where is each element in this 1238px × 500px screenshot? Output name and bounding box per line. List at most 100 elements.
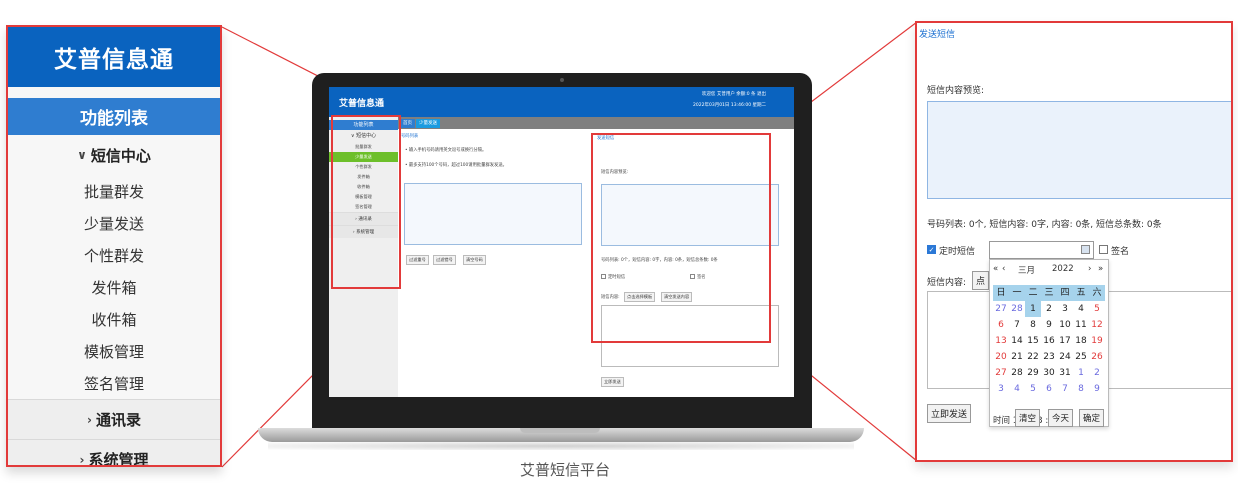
nav-item-small-send[interactable]: 少量发送 — [8, 207, 220, 239]
calendar-day[interactable]: 5 — [1025, 381, 1041, 397]
calendar-confirm-button[interactable]: 确定 — [1079, 409, 1105, 427]
calendar-day[interactable]: 17 — [1057, 333, 1073, 349]
highlight-send-form — [591, 133, 771, 343]
laptop-shadow — [268, 442, 854, 450]
schedule-date-input[interactable] — [989, 241, 1094, 259]
calendar-day[interactable]: 4 — [1009, 381, 1025, 397]
weekday-header: 日 — [993, 285, 1009, 301]
calendar-day[interactable]: 4 — [1073, 301, 1089, 317]
weekday-header: 五 — [1073, 285, 1089, 301]
nav-item-templates[interactable]: 模板管理 — [8, 335, 220, 367]
screen-tab-home[interactable]: 首页 — [400, 119, 415, 128]
weekday-header: 六 — [1089, 285, 1105, 301]
screen-phone-input[interactable] — [404, 183, 582, 245]
scheduled-checkbox[interactable]: ✓ — [927, 245, 936, 254]
calendar-day[interactable]: 12 — [1089, 317, 1105, 333]
nav-system-label: 系统管理 — [88, 451, 149, 467]
calendar-day[interactable]: 9 — [1041, 317, 1057, 333]
calendar-day[interactable]: 29 — [1025, 365, 1041, 381]
calendar-year[interactable]: 2022 — [1052, 264, 1074, 274]
calendar-day[interactable]: 24 — [1057, 349, 1073, 365]
preview-box — [927, 101, 1231, 199]
calendar-day[interactable]: 1 — [1073, 365, 1089, 381]
screen-phone-list-title: 号码列表 — [401, 134, 419, 139]
calendar-day[interactable]: 10 — [1057, 317, 1073, 333]
nav-item-batch-send[interactable]: 批量群发 — [8, 175, 220, 207]
nav-item-signatures[interactable]: 签名管理 — [8, 367, 220, 399]
screen-clear-button[interactable]: 清空号码 — [463, 255, 486, 265]
nav-system[interactable]: › 系统管理 — [8, 439, 220, 467]
calendar-day[interactable]: 2 — [1041, 301, 1057, 317]
prev-month-button[interactable]: ‹ — [1002, 264, 1005, 274]
preview-label: 短信内容预览: — [927, 86, 985, 96]
nav-sms-center[interactable]: ∨ 短信中心 — [8, 135, 220, 175]
nav-item-personal-send[interactable]: 个性群发 — [8, 239, 220, 271]
screen-tab-active[interactable]: 少量发送 — [416, 119, 440, 128]
calendar-day[interactable]: 8 — [1073, 381, 1089, 397]
calendar-day[interactable]: 31 — [1057, 365, 1073, 381]
calendar-day[interactable]: 27 — [993, 365, 1009, 381]
calendar-day[interactable]: 3 — [993, 381, 1009, 397]
calendar-day[interactable]: 26 — [1089, 349, 1105, 365]
calendar-day[interactable]: 18 — [1073, 333, 1089, 349]
calendar-day[interactable]: 25 — [1073, 349, 1089, 365]
calendar-icon[interactable] — [1081, 245, 1090, 254]
calendar-clear-button[interactable]: 清空 — [1015, 409, 1041, 427]
calendar-day[interactable]: 3 — [1057, 301, 1073, 317]
calendar-day[interactable]: 7 — [1057, 381, 1073, 397]
calendar-day[interactable]: 8 — [1025, 317, 1041, 333]
screen-header: 艾普信息通 欢迎您 艾普用户 余额:0 条 退出 2022年03月01日 13:… — [329, 87, 794, 117]
calendar-day[interactable]: 20 — [993, 349, 1009, 365]
calendar-day[interactable]: 9 — [1089, 381, 1105, 397]
calendar-day[interactable]: 28 — [1009, 301, 1025, 317]
calendar-day[interactable]: 7 — [1009, 317, 1025, 333]
calendar-day[interactable]: 2 — [1089, 365, 1105, 381]
calendar-day[interactable]: 23 — [1041, 349, 1057, 365]
brand-logo: 艾普信息通 — [8, 27, 220, 87]
chevron-right-icon: › — [87, 412, 92, 427]
calendar-day[interactable]: 5 — [1089, 301, 1105, 317]
weekday-header: 三 — [1041, 285, 1057, 301]
template-button[interactable]: 点 — [972, 271, 990, 290]
calendar-day[interactable]: 11 — [1073, 317, 1089, 333]
calendar-day[interactable]: 28 — [1009, 365, 1025, 381]
calendar-today-button[interactable]: 今天 — [1048, 409, 1074, 427]
signature-label: 签名 — [1111, 247, 1130, 257]
signature-checkbox[interactable] — [1099, 245, 1108, 254]
nav-contacts[interactable]: › 通讯录 — [8, 399, 220, 439]
calendar-day[interactable]: 15 — [1025, 333, 1041, 349]
calendar-day[interactable]: 14 — [1009, 333, 1025, 349]
screen-filter-err-button[interactable]: 过滤错号 — [433, 255, 456, 265]
calendar-day[interactable]: 19 — [1089, 333, 1105, 349]
calendar-day[interactable]: 6 — [1041, 381, 1057, 397]
next-month-button[interactable]: › — [1088, 264, 1091, 274]
date-picker: « ‹ 三月 2022 › » 日 一 二 三 四 五 六 27 28 1 2 … — [989, 259, 1109, 427]
nav-item-outbox[interactable]: 发件箱 — [8, 271, 220, 303]
screen-send-button[interactable]: 立即发送 — [601, 377, 624, 387]
chevron-down-icon: ∨ — [77, 148, 87, 162]
screen-tabbar: 首页 少量发送 — [398, 117, 794, 129]
calendar-day[interactable]: 16 — [1041, 333, 1057, 349]
nav-item-inbox[interactable]: 收件箱 — [8, 303, 220, 335]
calendar-day[interactable]: 27 — [993, 301, 1009, 317]
calendar-day-selected[interactable]: 1 — [1025, 301, 1041, 317]
screen-tip-2: • 最多支持100个号码，超过100请用批量群发发送。 — [405, 163, 507, 168]
calendar-month[interactable]: 三月 — [1018, 264, 1035, 276]
send-now-button[interactable]: 立即发送 — [927, 404, 972, 423]
calendar-day[interactable]: 13 — [993, 333, 1009, 349]
prev-year-button[interactable]: « — [993, 264, 998, 274]
chevron-right-icon: › — [79, 452, 85, 467]
screen-logo: 艾普信息通 — [339, 99, 385, 109]
calendar-day[interactable]: 6 — [993, 317, 1009, 333]
calendar-day[interactable]: 21 — [1009, 349, 1025, 365]
nav-contacts-label: 通讯录 — [95, 411, 141, 429]
camera-dot — [560, 78, 564, 82]
screen-welcome: 欢迎您 艾普用户 余额:0 条 退出 — [701, 92, 766, 97]
content-label: 短信内容: — [927, 278, 967, 288]
screen-filter-dup-button[interactable]: 过滤重号 — [406, 255, 429, 265]
calendar-day[interactable]: 30 — [1041, 365, 1057, 381]
weekday-header: 二 — [1025, 285, 1041, 301]
calendar-day[interactable]: 22 — [1025, 349, 1041, 365]
weekday-header: 四 — [1057, 285, 1073, 301]
next-year-button[interactable]: » — [1098, 264, 1103, 274]
